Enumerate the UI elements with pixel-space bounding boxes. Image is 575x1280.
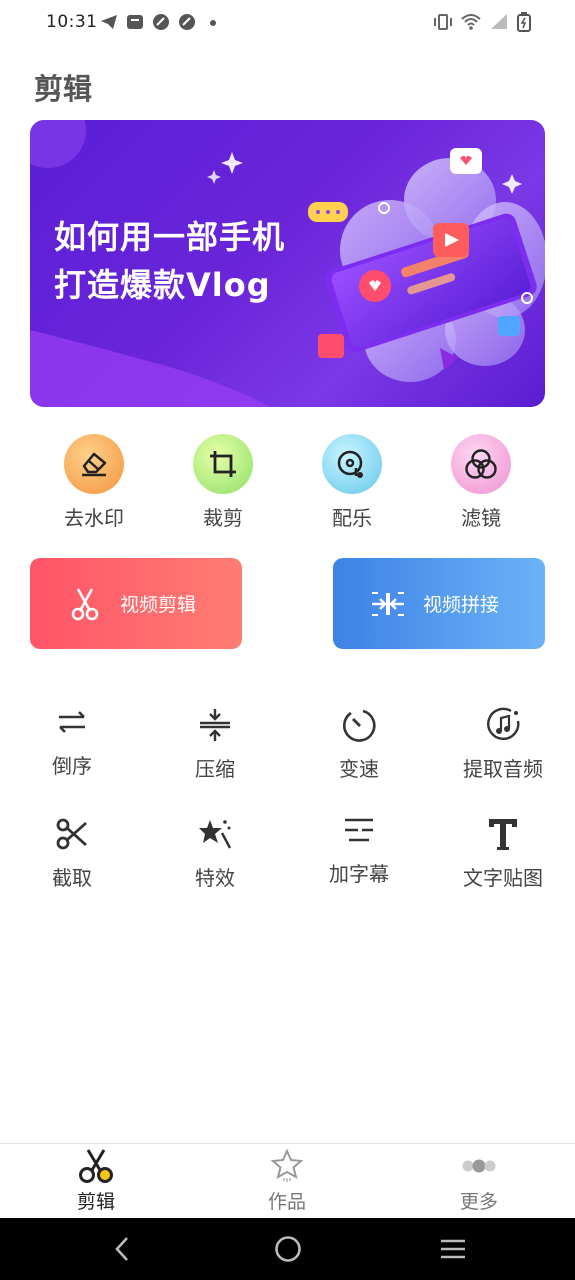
nav-label: 剪辑 (76, 1191, 115, 1213)
quick-tool-filter[interactable]: 滤镜 (421, 434, 541, 531)
mail-icon (127, 15, 143, 29)
telegram-icon (101, 15, 117, 29)
scissors-icon (71, 587, 99, 620)
back-icon (115, 1237, 128, 1261)
join-icon (372, 591, 404, 616)
signal-icon (491, 14, 507, 29)
nav-tab-edit[interactable]: 剪辑 (36, 1148, 156, 1214)
compress-icon (200, 709, 230, 741)
tool-label: 文字贴图 (463, 866, 543, 890)
subtitle-icon (345, 818, 373, 842)
quick-tool-label: 配乐 (332, 506, 372, 530)
banner-headline-line-1: 如何用一部手机 (54, 218, 286, 256)
tool-reverse[interactable]: 倒序 (7, 700, 137, 779)
filter-icon (465, 449, 497, 479)
tool-effects[interactable]: 特效 (150, 812, 280, 891)
tool-label: 特效 (195, 866, 235, 890)
quick-tool-music[interactable]: 配乐 (292, 434, 412, 531)
tool-label: 加字幕 (329, 862, 389, 886)
speed-icon (342, 709, 376, 742)
cut-icon (56, 818, 87, 850)
system-home-button[interactable] (268, 1234, 308, 1264)
wifi-icon (461, 14, 481, 30)
tool-subtitle[interactable]: 加字幕 (294, 808, 424, 887)
tool-label: 变速 (339, 757, 379, 781)
dot-icon (210, 20, 216, 26)
bottom-navigation: 剪辑 作品 更多 (0, 1143, 575, 1218)
page-title: 剪辑 (34, 72, 93, 106)
tool-compress[interactable]: 压缩 (150, 703, 280, 782)
app-icon (153, 14, 169, 30)
video-edit-button[interactable]: 视频剪辑 (30, 558, 242, 649)
nav-label: 作品 (267, 1191, 306, 1213)
banner-headline-line-2: 打造爆款Vlog (54, 266, 271, 304)
quick-tool-label: 裁剪 (203, 506, 243, 530)
tool-label: 压缩 (195, 757, 235, 781)
crop-icon (210, 451, 236, 477)
home-icon (275, 1236, 301, 1262)
quick-tool-remove-watermark[interactable]: 去水印 (34, 434, 154, 531)
status-time: 10:31 (46, 12, 98, 32)
scissors-icon (79, 1149, 113, 1183)
quick-tool-label: 滤镜 (461, 506, 501, 530)
tool-extract-audio[interactable]: 提取音频 (438, 703, 568, 782)
music-disc-icon (337, 450, 363, 478)
video-edit-label: 视频剪辑 (120, 594, 197, 616)
system-back-button[interactable] (102, 1234, 142, 1264)
menu-icon (441, 1239, 465, 1259)
tool-label: 倒序 (52, 754, 92, 778)
vibrate-icon (434, 14, 452, 30)
tool-label: 提取音频 (463, 757, 543, 781)
video-join-label: 视频拼接 (423, 594, 500, 616)
system-navigation-bar (0, 1218, 575, 1280)
status-bar: 10:31 (0, 0, 575, 48)
nav-tab-works[interactable]: 作品 (227, 1148, 347, 1214)
more-icon (462, 1159, 496, 1173)
battery-icon (517, 12, 531, 32)
promo-banner[interactable]: 如何用一部手机 打造爆款Vlog (30, 120, 545, 407)
text-icon (489, 819, 517, 850)
video-join-button[interactable]: 视频拼接 (333, 558, 545, 649)
effects-icon (199, 820, 232, 849)
system-recents-button[interactable] (433, 1234, 473, 1264)
app-icon (179, 14, 195, 30)
nav-tab-more[interactable]: 更多 (419, 1148, 539, 1214)
extract-audio-icon (487, 707, 520, 741)
quick-tool-crop[interactable]: 裁剪 (163, 434, 283, 531)
tool-text-sticker[interactable]: 文字贴图 (438, 812, 568, 891)
reverse-icon (59, 711, 85, 733)
nav-label: 更多 (459, 1191, 498, 1213)
quick-tools: 去水印 裁剪 配乐 滤镜 (0, 434, 575, 534)
eraser-icon (82, 452, 107, 477)
tool-speed[interactable]: 变速 (294, 703, 424, 782)
tool-label: 截取 (52, 866, 92, 890)
tool-trim[interactable]: 截取 (7, 812, 137, 891)
quick-tool-label: 去水印 (64, 506, 124, 530)
star-icon (270, 1148, 304, 1182)
